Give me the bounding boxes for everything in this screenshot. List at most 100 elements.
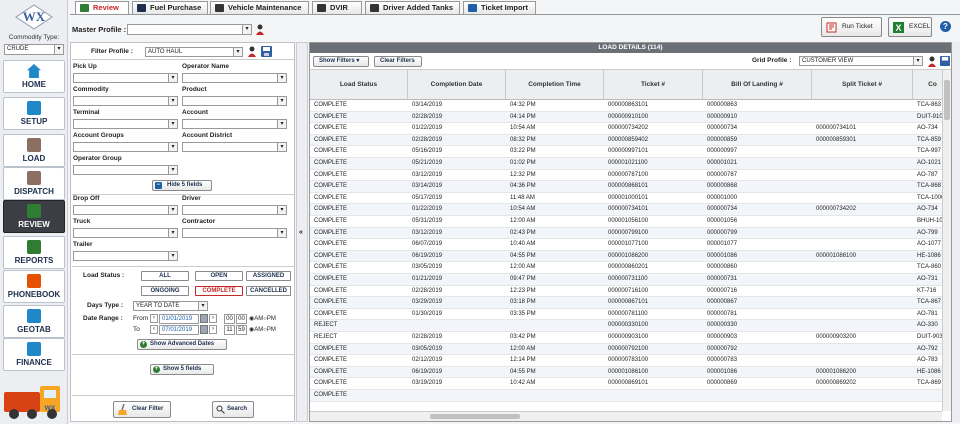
- vertical-scrollbar[interactable]: [942, 70, 951, 411]
- days-type-select[interactable]: YEAR TO DATE ▾: [133, 301, 208, 311]
- table-row[interactable]: COMPLETE 02/28/2019 12:23 PM 000000716100 00…: [310, 286, 942, 298]
- table-row[interactable]: COMPLETE 05/17/2019 11:48 AM 000001000101 00…: [310, 193, 942, 205]
- table-row[interactable]: COMPLETE 06/19/2019 04:55 PM 000001086100 00…: [310, 366, 942, 379]
- panel-splitter[interactable]: «: [296, 42, 308, 422]
- filter-profile-select[interactable]: AUTO HAUL ▾: [145, 47, 243, 57]
- column-header-load-status[interactable]: Load Status: [310, 70, 408, 99]
- to-date-input[interactable]: 07/01/2019: [159, 325, 199, 335]
- nav-review-button[interactable]: REVIEW: [3, 200, 65, 233]
- table-row[interactable]: COMPLETE 02/28/2019 04:14 PM 000000910100 00…: [310, 111, 942, 124]
- tab-vehicle-maintenance[interactable]: Vehicle Maintenance: [210, 1, 309, 14]
- excel-button[interactable]: X EXCEL: [888, 17, 932, 37]
- save-icon[interactable]: [261, 46, 272, 57]
- tab-fuel-purchase[interactable]: Fuel Purchase: [132, 1, 208, 14]
- table-row[interactable]: COMPLETE 03/19/2019 10:42 AM 000000869101 00…: [310, 378, 942, 390]
- tab-driver-added-tanks[interactable]: Driver Added Tanks: [365, 1, 460, 14]
- filter-commodity-select[interactable]: ▾: [73, 96, 178, 106]
- show-filters-button[interactable]: Show Filters ▾: [313, 56, 369, 67]
- nav-home-button[interactable]: HOME: [3, 60, 65, 93]
- help-icon[interactable]: ?: [940, 21, 951, 32]
- from-hour-input[interactable]: 00: [224, 314, 235, 324]
- table-row[interactable]: COMPLETE 03/05/2019 12:00 AM 000000860201 00…: [310, 262, 942, 274]
- table-row[interactable]: COMPLETE 03/14/2019 04:32 PM 000000863101 00…: [310, 100, 942, 112]
- filter-terminal-select[interactable]: ▾: [73, 119, 178, 129]
- table-row[interactable]: COMPLETE 01/21/2019 09:47 PM 000000731100 00…: [310, 274, 942, 286]
- column-header-co[interactable]: Co: [913, 70, 942, 99]
- filter-account-district-select[interactable]: ▾: [182, 142, 287, 152]
- search-button[interactable]: Search: [212, 401, 254, 418]
- tab-review[interactable]: Review: [75, 1, 129, 15]
- status-assigned-button[interactable]: ASSIGNED: [246, 271, 291, 281]
- table-row[interactable]: COMPLETE 01/22/2019 10:54 AM 000000734202 00…: [310, 123, 942, 135]
- commodity-type-select[interactable]: CRUDE ▾: [4, 44, 64, 55]
- clear-filter-button[interactable]: Clear Filter: [113, 401, 171, 418]
- table-row[interactable]: COMPLETE 05/31/2019 12:00 AM 000001056100 00…: [310, 216, 942, 228]
- table-row[interactable]: COMPLETE 02/28/2019 08:32 PM 000000859402 00…: [310, 134, 942, 147]
- table-row[interactable]: COMPLETE 02/12/2019 12:14 PM 000000783100 00…: [310, 355, 942, 367]
- to-hour-input[interactable]: 11: [224, 325, 235, 335]
- tab-dvir[interactable]: DVIR: [312, 1, 362, 14]
- user-profile-icon[interactable]: [247, 46, 257, 57]
- table-row[interactable]: COMPLETE 06/07/2019 10:40 AM 000001077100 00…: [310, 239, 942, 251]
- table-row[interactable]: COMPLETE: [310, 390, 942, 402]
- column-header-completion-date[interactable]: Completion Date: [408, 70, 506, 99]
- calendar-icon[interactable]: [200, 325, 208, 334]
- nav-phonebook-button[interactable]: PHONEBOOK: [3, 270, 65, 303]
- from-date-input[interactable]: 01/01/2019: [159, 314, 199, 324]
- filter-pick-up-select[interactable]: ▾: [73, 73, 178, 83]
- prev-date-icon[interactable]: ‹: [150, 325, 158, 334]
- save-icon[interactable]: [940, 56, 950, 66]
- table-row[interactable]: COMPLETE 03/14/2019 04:36 PM 000000868101 00…: [310, 181, 942, 193]
- column-header-ticket-[interactable]: Ticket #: [604, 70, 703, 99]
- filter-operator-name-select[interactable]: ▾: [182, 73, 287, 83]
- horizontal-scrollbar[interactable]: [310, 411, 942, 421]
- filter-contractor-select[interactable]: ▾: [182, 228, 287, 238]
- collapse-icon[interactable]: «: [299, 229, 303, 236]
- grid-profile-select[interactable]: CUSTOMER VIEW ▾: [799, 56, 923, 66]
- table-row[interactable]: COMPLETE 03/12/2019 02:43 PM 000000799100 00…: [310, 227, 942, 240]
- table-row[interactable]: REJECT 02/28/2019 03:42 PM 000000903100 0000…: [310, 332, 942, 344]
- table-row[interactable]: COMPLETE 03/12/2019 12:32 PM 000000787100 00…: [310, 170, 942, 182]
- user-profile-icon[interactable]: [927, 56, 937, 67]
- table-row[interactable]: COMPLETE 01/30/2019 03:35 PM 000000781100 00…: [310, 309, 942, 321]
- hide-fields-button[interactable]: − Hide 5 fields: [152, 180, 212, 191]
- nav-finance-button[interactable]: FINANCE: [3, 338, 65, 371]
- nav-geotab-button[interactable]: GEOTAB: [3, 305, 65, 338]
- next-date-icon[interactable]: ›: [209, 314, 217, 323]
- clear-filters-button[interactable]: Clear Filters: [374, 56, 422, 67]
- nav-load-button[interactable]: LOAD: [3, 134, 65, 167]
- table-row[interactable]: COMPLETE 03/29/2019 03:18 PM 000000867101 00…: [310, 297, 942, 309]
- next-date-icon[interactable]: ›: [209, 325, 217, 334]
- to-ampm-radio[interactable]: ◉AM○PM: [249, 326, 276, 333]
- column-header-bill-of-landing-[interactable]: Bill Of Landing #: [703, 70, 812, 99]
- tab-ticket-import[interactable]: Ticket Import: [463, 1, 536, 14]
- table-row[interactable]: COMPLETE 05/21/2019 01:02 PM 000001021100 00…: [310, 158, 942, 170]
- table-row[interactable]: COMPLETE 01/22/2019 10:54 AM 000000734101 00…: [310, 204, 942, 216]
- show-fields-button[interactable]: + Show 5 fields: [150, 364, 214, 375]
- nav-dispatch-button[interactable]: DISPATCH: [3, 167, 65, 200]
- filter-drop-off-select[interactable]: ▾: [73, 205, 178, 215]
- run-ticket-button[interactable]: Run Ticket: [821, 17, 882, 37]
- nav-reports-button[interactable]: REPORTS: [3, 236, 65, 269]
- nav-setup-button[interactable]: SETUP: [3, 97, 65, 130]
- filter-operator-group-select[interactable]: ▾: [73, 165, 178, 175]
- calendar-icon[interactable]: [200, 314, 208, 323]
- filter-driver-select[interactable]: ▾: [182, 205, 287, 215]
- from-min-input[interactable]: 00: [236, 314, 247, 324]
- status-complete-button[interactable]: COMPLETE: [195, 286, 243, 296]
- prev-date-icon[interactable]: ‹: [150, 314, 158, 323]
- status-all-button[interactable]: ALL: [141, 271, 189, 281]
- to-min-input[interactable]: 59: [236, 325, 247, 335]
- table-row[interactable]: COMPLETE 05/16/2019 03:22 PM 000000997101 00…: [310, 146, 942, 158]
- master-profile-select[interactable]: ▾: [127, 24, 252, 35]
- table-row[interactable]: COMPLETE 03/05/2019 12:00 AM 000000792100 00…: [310, 343, 942, 356]
- user-profile-icon[interactable]: [255, 24, 265, 35]
- show-advanced-dates-button[interactable]: + Show Advanced Dates: [137, 339, 227, 350]
- filter-product-select[interactable]: ▾: [182, 96, 287, 106]
- filter-account-groups-select[interactable]: ▾: [73, 142, 178, 152]
- filter-account-select[interactable]: ▾: [182, 119, 287, 129]
- from-ampm-radio[interactable]: ◉AM○PM: [249, 315, 276, 322]
- filter-trailer-select[interactable]: ▾: [73, 251, 178, 261]
- column-header-completion-time[interactable]: Completion Time: [506, 70, 604, 99]
- status-ongoing-button[interactable]: ONGOING: [141, 286, 189, 296]
